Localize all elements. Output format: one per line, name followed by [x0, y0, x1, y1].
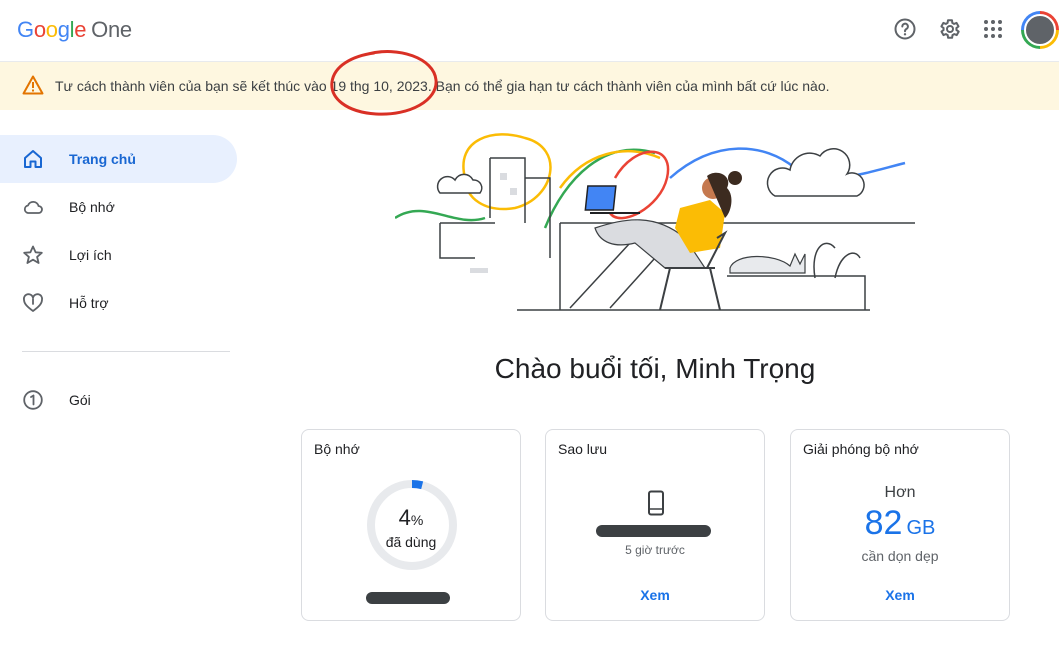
- page-greeting: Chào buổi tối, Minh Trọng: [494, 353, 816, 384]
- google-one-logo[interactable]: Google One: [17, 17, 132, 43]
- banner-message: Tư cách thành viên của bạn sẽ kết thúc v…: [55, 78, 830, 94]
- logo-letter: G: [17, 17, 34, 42]
- logo-letter: o: [33, 17, 46, 42]
- free-up-subtitle: cần dọn dẹp: [861, 548, 939, 564]
- backup-card[interactable]: Sao lưu 5 giờ trước Xem: [545, 429, 765, 621]
- backup-view-link[interactable]: Xem: [546, 587, 764, 603]
- storage-percent-unit: %: [410, 512, 424, 528]
- settings-icon[interactable]: [937, 17, 961, 41]
- logo-letter: g: [57, 17, 70, 42]
- left-navigation: Trang chủ Bộ nhớ Lợi ích Hỗ trợ Gói: [0, 135, 240, 424]
- free-up-more-label: Hơn: [884, 484, 916, 501]
- redaction-scribble: [366, 592, 450, 604]
- sidebar-item-support[interactable]: Hỗ trợ: [0, 279, 237, 327]
- sidebar-item-label: Lợi ích: [69, 247, 112, 263]
- sidebar-item-benefits[interactable]: Lợi ích: [0, 231, 237, 279]
- heart-support-icon: [23, 293, 43, 312]
- storage-used-label: đã dùng: [385, 534, 437, 550]
- membership-banner: Tư cách thành viên của bạn sẽ kết thúc v…: [0, 62, 1059, 110]
- logo-product-name: One: [91, 17, 132, 42]
- phone-icon: [648, 490, 664, 516]
- card-title: Giải phóng bộ nhớ: [803, 441, 919, 457]
- sidebar-item-home[interactable]: Trang chủ: [0, 135, 237, 183]
- storage-percent: 4%: [302, 505, 520, 531]
- free-up-amount: 82 GB: [791, 504, 1009, 543]
- free-up-view-link[interactable]: Xem: [791, 587, 1009, 603]
- sidebar-item-label: Bộ nhớ: [69, 199, 115, 215]
- free-up-amount-value: 82: [864, 504, 903, 542]
- logo-letter: o: [45, 17, 58, 42]
- home-icon: [24, 150, 42, 168]
- logo-letter: e: [74, 17, 87, 42]
- sidebar-item-storage[interactable]: Bộ nhớ: [0, 183, 237, 231]
- help-icon[interactable]: [893, 17, 917, 41]
- top-app-bar: Google One: [0, 0, 1059, 62]
- star-icon: [23, 245, 43, 264]
- sidebar-item-plan[interactable]: Gói: [0, 376, 237, 424]
- apps-grid-icon[interactable]: [981, 17, 1005, 41]
- redaction-scribble: [596, 525, 711, 537]
- sidebar-divider: [22, 351, 230, 352]
- account-avatar[interactable]: [1021, 11, 1059, 49]
- plan-one-icon: [23, 390, 43, 410]
- cloud-icon: [23, 200, 43, 214]
- storage-card[interactable]: Bộ nhớ 4% đã dùng: [301, 429, 521, 621]
- red-circle-annotation: [330, 50, 438, 116]
- storage-percent-value: 4: [398, 505, 411, 530]
- card-title: Bộ nhớ: [314, 441, 360, 457]
- welcome-illustration: [395, 133, 915, 311]
- backup-time: 5 giờ trước: [625, 543, 685, 557]
- warning-icon: [22, 75, 44, 95]
- free-up-amount-unit: GB: [906, 517, 936, 539]
- sidebar-item-label: Trang chủ: [69, 151, 136, 167]
- sidebar-item-label: Hỗ trợ: [69, 295, 109, 311]
- sidebar-item-label: Gói: [69, 392, 91, 408]
- card-title: Sao lưu: [558, 441, 608, 457]
- free-up-storage-card[interactable]: Giải phóng bộ nhớ Hơn 82 GB cần dọn dẹp X…: [790, 429, 1010, 621]
